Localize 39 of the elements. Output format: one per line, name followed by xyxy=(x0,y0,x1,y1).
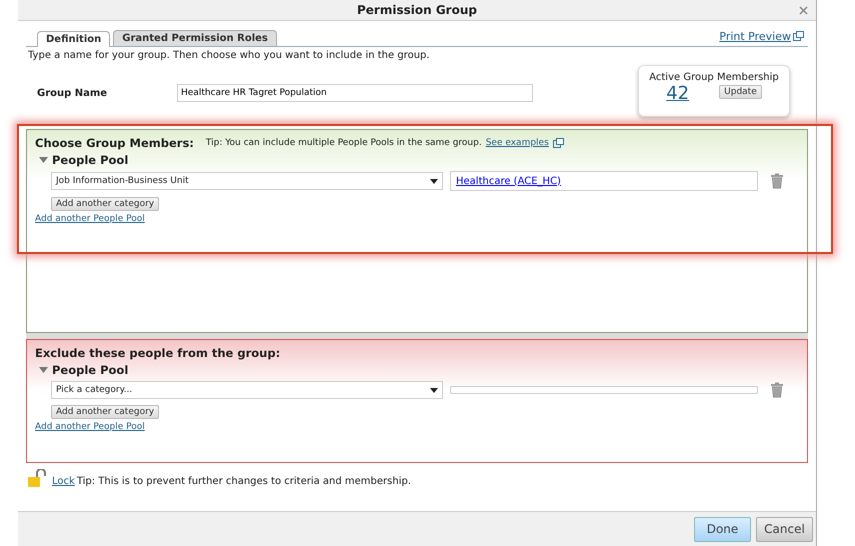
window-title: Permission Group xyxy=(357,3,477,17)
trash-icon[interactable] xyxy=(770,173,784,189)
tab[interactable]: Granted Permission Roles xyxy=(113,30,277,46)
cancel-button[interactable]: Cancel xyxy=(756,516,813,542)
pool-title: People Pool xyxy=(52,363,128,377)
group-name-field[interactable]: Healthcare HR Tagret Population xyxy=(177,84,533,102)
group-name-label: Group Name xyxy=(36,88,108,98)
update-button[interactable]: Update xyxy=(719,85,762,99)
done-button[interactable]: Done xyxy=(694,516,751,542)
category-dropdown[interactable]: Pick a category... xyxy=(51,381,443,399)
membership-title: Active Group Membership xyxy=(649,72,779,83)
popup-icon[interactable] xyxy=(552,138,564,148)
collapse-triangle-icon[interactable] xyxy=(39,366,48,374)
member-count-link[interactable]: 42 xyxy=(666,83,690,104)
trash-icon[interactable] xyxy=(770,382,784,398)
value-field[interactable] xyxy=(450,386,758,394)
section-heading: Exclude these people from the group: xyxy=(35,346,280,360)
lock-link[interactable]: Lock xyxy=(52,476,75,487)
add-category-button[interactable]: Add another category xyxy=(51,405,160,419)
tab[interactable]: Definition xyxy=(37,31,110,47)
add-pool-link[interactable]: Add another People Pool xyxy=(35,214,145,224)
popup-icon[interactable] xyxy=(793,31,804,41)
close-icon[interactable] xyxy=(799,6,808,15)
add-category-button[interactable]: Add another category xyxy=(51,197,160,211)
padlock-icon[interactable] xyxy=(28,469,48,487)
dropdown-caret-icon[interactable] xyxy=(430,178,438,184)
tip-text: Tip: You can include multiple People Pools in the same group. xyxy=(206,138,482,148)
print-preview-link[interactable]: Print Preview xyxy=(719,30,791,43)
value-link[interactable]: Healthcare (ACE_HC) xyxy=(456,176,561,186)
section-heading: Choose Group Members: xyxy=(35,136,194,150)
value-field[interactable]: Healthcare (ACE_HC) xyxy=(450,171,758,191)
lock-tip-text: Tip: This is to prevent further changes to criteria and membership. xyxy=(76,476,412,487)
see-examples-link[interactable]: See examples xyxy=(486,138,549,148)
add-pool-link[interactable]: Add another People Pool xyxy=(35,422,145,432)
instruction-text: Type a name for your group. Then choose who you want to include in the group. xyxy=(27,49,431,61)
collapse-triangle-icon[interactable] xyxy=(39,156,48,164)
dropdown-caret-icon[interactable] xyxy=(430,388,438,392)
category-dropdown[interactable]: Job Information-Business Unit xyxy=(51,172,443,190)
pool-title: People Pool xyxy=(52,153,128,167)
